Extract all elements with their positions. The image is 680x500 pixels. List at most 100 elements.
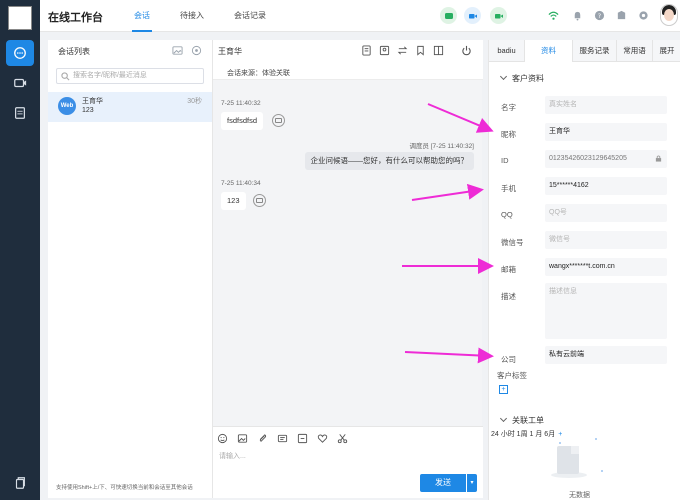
video-nav-icon[interactable]	[6, 70, 34, 96]
ticket-time-filter[interactable]: 24 小时 1周 1 月 6月 +	[491, 429, 562, 439]
field-label: 公司	[501, 355, 516, 364]
name-field[interactable]: 真实姓名	[545, 96, 667, 114]
attachment-icon[interactable]	[257, 433, 268, 444]
empty-state-text: 无数据	[569, 492, 590, 499]
tab-expand[interactable]: 展开	[653, 40, 680, 62]
chat-source: 会话来源：体验关联	[227, 70, 290, 77]
chat-header: 王育华 会话来源：体验关联	[213, 40, 483, 80]
decor-dot	[559, 442, 561, 444]
field-label: ID	[501, 156, 509, 165]
app-sidebar	[0, 0, 40, 500]
conversation-name: 王育华	[82, 98, 103, 105]
agent-message: 企业问候语——您好，有什么可以帮助您的吗？	[304, 152, 474, 170]
chat-nav-icon[interactable]	[6, 40, 34, 66]
chat-panel: 王育华 会话来源：体验关联 7-25 11:40:32 fsdfsdfsd 调度…	[212, 40, 483, 498]
customer-card-icon[interactable]	[379, 45, 390, 56]
video-call-icon[interactable]	[464, 7, 481, 24]
bookmark-icon[interactable]	[415, 45, 426, 56]
tickets-section-header[interactable]: 关联工单	[499, 414, 544, 426]
conversation-last-message: 123	[82, 107, 94, 114]
email-field[interactable]: wangx*******t.com.cn	[545, 258, 667, 276]
tab-pending[interactable]: 待接入	[180, 10, 204, 21]
message-time: 7-25 11:40:32	[221, 100, 261, 107]
empty-state-illustration	[551, 446, 587, 484]
quick-reply-icon[interactable]	[277, 433, 288, 444]
tab-conversations[interactable]: 会话	[132, 10, 152, 32]
collapse-icon	[499, 72, 508, 81]
wechat-field[interactable]: 微信号	[545, 231, 667, 249]
tab-expand-label: 展开	[659, 46, 675, 55]
picture-icon[interactable]	[237, 433, 248, 444]
decor-dot	[601, 470, 603, 472]
tab-service-records[interactable]: 服务记录	[573, 40, 617, 62]
tab-profile[interactable]: 资料	[525, 40, 573, 62]
add-ticket-icon[interactable]: +	[558, 431, 562, 438]
nickname-field[interactable]: 王育华	[545, 123, 667, 141]
field-label: 昵称	[501, 130, 516, 139]
top-header: 在线工作台 会话 待接入 会话记录 ?	[40, 0, 680, 32]
app-logo	[8, 6, 32, 30]
conversation-item[interactable]: Web 王育华 123 30秒	[48, 92, 212, 122]
svg-text:?: ?	[598, 12, 601, 20]
tags-label: 客户标签	[497, 371, 527, 380]
bell-icon[interactable]	[572, 10, 583, 21]
tab-phrases[interactable]: 常用语	[617, 40, 653, 62]
search-icon	[61, 72, 70, 81]
settings-icon[interactable]	[638, 10, 649, 21]
chat-status-icon[interactable]	[440, 7, 457, 24]
screen-share-icon[interactable]	[490, 7, 507, 24]
transfer-icon[interactable]	[397, 45, 408, 56]
grid-icon[interactable]	[433, 45, 444, 56]
customer-section-header[interactable]: 客户资料	[499, 72, 544, 84]
conversation-list-panel: 会话列表 搜索名字/昵称/最近消息 Web 王育华 123 30秒 支持使用Sh…	[48, 40, 212, 498]
customer-message: 123	[221, 192, 246, 210]
document-icon[interactable]	[361, 45, 372, 56]
image-icon[interactable]	[172, 45, 183, 56]
skin-icon[interactable]	[616, 10, 627, 21]
help-icon[interactable]: ?	[594, 10, 605, 21]
customer-message: fsdfsdfsd	[221, 112, 264, 130]
phone-field[interactable]: 15******4162	[545, 177, 667, 195]
message-action-icon[interactable]	[272, 114, 285, 127]
screenshot-icon[interactable]	[297, 433, 308, 444]
search-placeholder: 搜索名字/昵称/最近消息	[73, 72, 147, 79]
customer-section-title: 客户资料	[512, 74, 544, 83]
message-composer: 请输入... 发送 ▾	[213, 426, 483, 498]
ticket-filter-text: 24 小时 1周 1 月 6月	[491, 431, 556, 438]
shortcut-tip: 支持使用Shift+上/下、可快速切换当前和会话至其他会话	[56, 485, 193, 491]
tab-history[interactable]: 会话记录	[234, 10, 266, 21]
id-field: 0123542602312964520​5	[545, 150, 667, 168]
field-label: 手机	[501, 184, 516, 193]
conversation-list-title: 会话列表	[58, 47, 90, 56]
emoji-icon[interactable]	[217, 433, 228, 444]
user-avatar[interactable]	[660, 4, 678, 26]
company-field[interactable]: 私有云前端	[545, 346, 667, 364]
qq-field[interactable]: QQ号	[545, 204, 667, 222]
tab-badiu[interactable]: badiu	[489, 40, 525, 62]
wifi-icon	[548, 11, 559, 20]
add-tag-button[interactable]: +	[499, 385, 508, 394]
field-label: 描述	[501, 292, 516, 301]
workspace-title: 在线工作台	[48, 12, 103, 24]
description-field[interactable]: 描述信息	[545, 283, 667, 339]
refresh-icon[interactable]	[191, 45, 202, 56]
copy-icon[interactable]	[6, 470, 34, 496]
records-nav-icon[interactable]	[6, 100, 34, 126]
panel-tabs: badiu 资料 服务记录 常用语 展开	[489, 40, 680, 62]
conversation-time: 30秒	[187, 98, 202, 105]
send-options-dropdown[interactable]: ▾	[467, 474, 477, 492]
favorite-icon[interactable]	[317, 433, 328, 444]
message-input[interactable]: 请输入...	[219, 451, 246, 461]
lock-icon	[655, 155, 662, 162]
message-action-icon[interactable]	[253, 194, 266, 207]
field-label: 名字	[501, 103, 516, 112]
send-button[interactable]: 发送	[420, 474, 466, 492]
channel-badge: Web	[58, 97, 76, 115]
end-session-icon[interactable]	[461, 45, 472, 56]
scissors-icon[interactable]	[337, 433, 348, 444]
field-label: 邮箱	[501, 265, 516, 274]
conversation-search-input[interactable]: 搜索名字/昵称/最近消息	[56, 68, 204, 84]
message-time: 调度员 [7-25 11:40:32]	[409, 143, 474, 150]
chat-customer-name: 王育华	[218, 47, 242, 56]
customer-info-panel: badiu 资料 服务记录 常用语 展开 客户资料 名字 真实姓名 昵称 王育华…	[488, 40, 680, 500]
